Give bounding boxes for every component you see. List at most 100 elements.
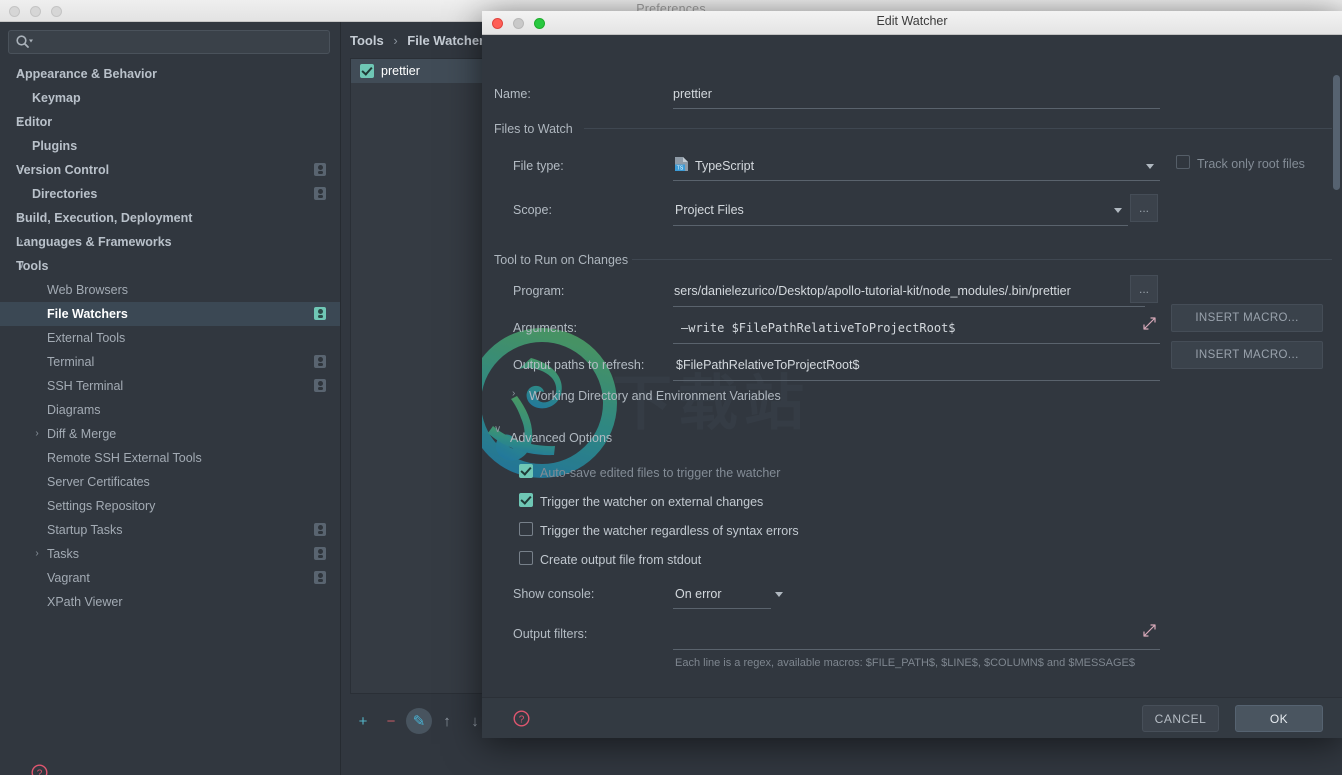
- edit-icon: ✎: [412, 713, 426, 730]
- sidebar-item-label: Tools: [16, 259, 49, 273]
- tool-to-run-section-label: Tool to Run on Changes: [494, 253, 629, 267]
- watchers-list-toolbar: + − ✎ ↑ ↓: [350, 708, 488, 734]
- sidebar-item-web-browsers[interactable]: Web Browsers: [0, 278, 340, 302]
- remove-button[interactable]: −: [378, 708, 404, 734]
- sidebar-item-terminal[interactable]: Terminal: [0, 350, 340, 374]
- sidebar-item-keymap[interactable]: Keymap: [0, 86, 340, 110]
- file-type-chevron-down-icon[interactable]: [1146, 164, 1154, 169]
- sidebar-item-diff-merge[interactable]: › Diff & Merge: [0, 422, 340, 446]
- show-console-value[interactable]: On error: [675, 587, 765, 601]
- scope-browse-button[interactable]: ...: [1130, 194, 1158, 222]
- dialog-body: 下载站 Name: prettier Files to Watch File t…: [482, 35, 1342, 697]
- advanced-checkbox-label-0: Auto-save edited files to trigger the wa…: [540, 466, 781, 480]
- output-filters-underline: [673, 649, 1160, 650]
- move-up-button[interactable]: ↑: [434, 708, 460, 734]
- advanced-checkbox-3[interactable]: [519, 551, 533, 565]
- dialog-scrollbar[interactable]: [1333, 75, 1340, 190]
- edit-button[interactable]: ✎: [406, 708, 432, 734]
- watcher-enabled-checkbox[interactable]: [360, 64, 374, 78]
- sidebar-item-label: Settings Repository: [47, 499, 156, 513]
- sidebar-item-plugins[interactable]: Plugins: [0, 134, 340, 158]
- sidebar-item-file-watchers[interactable]: File Watchers: [0, 302, 340, 326]
- arguments-underline: [673, 343, 1160, 344]
- sidebar-item-settings-repository[interactable]: Settings Repository: [0, 494, 340, 518]
- arguments-expand-icon[interactable]: [1143, 317, 1156, 330]
- sidebar-item-label: Diagrams: [47, 403, 101, 417]
- program-input[interactable]: sers/danielezurico/Desktop/apollo-tutori…: [674, 284, 1129, 298]
- advanced-checkbox-1[interactable]: [519, 493, 533, 507]
- file-type-underline: [673, 180, 1160, 181]
- breadcrumb: Tools › File Watchers: [350, 33, 491, 48]
- dialog-help-icon[interactable]: ?: [513, 710, 530, 727]
- sidebar-item-label: Tasks: [47, 547, 79, 561]
- ok-button[interactable]: OK: [1235, 705, 1323, 732]
- working-directory-chevron-right-icon[interactable]: ›: [512, 388, 515, 399]
- sidebar-item-directories[interactable]: Directories: [0, 182, 340, 206]
- track-only-root-files-checkbox[interactable]: [1176, 155, 1190, 169]
- file-type-value[interactable]: TypeScript: [695, 159, 1115, 173]
- sidebar-item-label: File Watchers: [47, 307, 128, 321]
- show-console-label: Show console:: [513, 587, 595, 601]
- watcher-name: prettier: [381, 64, 420, 78]
- svg-text:TS: TS: [677, 166, 684, 172]
- output-filters-label: Output filters:: [513, 627, 588, 641]
- sidebar-item-label: Terminal: [47, 355, 95, 369]
- arguments-input[interactable]: —write $FilePathRelativeToProjectRoot$: [681, 321, 1111, 335]
- sidebar-item-languages-frameworks[interactable]: › Languages & Frameworks: [0, 230, 340, 254]
- sidebar-item-xpath-viewer[interactable]: XPath Viewer: [0, 590, 340, 614]
- advanced-checkbox-label-3: Create output file from stdout: [540, 553, 702, 567]
- show-console-underline: [673, 608, 771, 609]
- name-input[interactable]: prettier: [673, 87, 1153, 101]
- sidebar-item-label: Startup Tasks: [47, 523, 123, 537]
- program-browse-button[interactable]: ...: [1130, 275, 1158, 303]
- scope-label: Scope:: [513, 203, 552, 217]
- output-paths-insert-macro-button[interactable]: INSERT MACRO...: [1171, 341, 1323, 369]
- add-button[interactable]: +: [350, 708, 376, 734]
- advanced-options-chevron-down-icon[interactable]: ∨: [494, 424, 501, 435]
- sidebar-item-version-control[interactable]: › Version Control: [0, 158, 340, 182]
- project-scope-badge-icon: [314, 523, 326, 536]
- sidebar-item-editor[interactable]: › Editor: [0, 110, 340, 134]
- project-scope-badge-icon: [314, 571, 326, 584]
- help-icon[interactable]: ?: [31, 764, 48, 775]
- cancel-button[interactable]: CANCEL: [1142, 705, 1219, 732]
- sidebar-item-diagrams[interactable]: Diagrams: [0, 398, 340, 422]
- program-label: Program:: [513, 284, 565, 298]
- advanced-options-label[interactable]: Advanced Options: [510, 431, 612, 445]
- sidebar-item-tasks[interactable]: › Tasks: [0, 542, 340, 566]
- sidebar-item-remote-ssh-external-tools[interactable]: Remote SSH External Tools: [0, 446, 340, 470]
- scope-chevron-down-icon[interactable]: [1114, 208, 1122, 213]
- sidebar-item-label: Web Browsers: [47, 283, 129, 297]
- files-to-watch-divider: [584, 128, 1332, 129]
- search-input[interactable]: [8, 30, 330, 54]
- advanced-checkbox-label-2: Trigger the watcher regardless of syntax…: [540, 524, 799, 538]
- breadcrumb-parent[interactable]: Tools: [350, 33, 384, 48]
- arguments-insert-macro-button[interactable]: INSERT MACRO...: [1171, 304, 1323, 332]
- chevron-right-icon[interactable]: ›: [30, 422, 44, 446]
- chevron-right-icon[interactable]: ›: [30, 542, 44, 566]
- output-paths-input[interactable]: $FilePathRelativeToProjectRoot$: [676, 358, 1131, 372]
- sidebar-item-label: Build, Execution, Deployment: [16, 211, 193, 225]
- advanced-checkbox-2[interactable]: [519, 522, 533, 536]
- advanced-checkbox-0[interactable]: [519, 464, 533, 478]
- arguments-label: Arguments:: [513, 321, 577, 335]
- sidebar-item-startup-tasks[interactable]: Startup Tasks: [0, 518, 340, 542]
- sidebar-item-build-execution-deployment[interactable]: › Build, Execution, Deployment: [0, 206, 340, 230]
- output-filters-expand-icon[interactable]: [1143, 624, 1156, 637]
- sidebar-item-label: SSH Terminal: [47, 379, 124, 393]
- sidebar-item-appearance-behavior[interactable]: › Appearance & Behavior: [0, 62, 340, 86]
- sidebar-item-ssh-terminal[interactable]: SSH Terminal: [0, 374, 340, 398]
- dialog-title: Edit Watcher: [876, 14, 948, 28]
- breadcrumb-current: File Watchers: [407, 33, 492, 48]
- sidebar-item-vagrant[interactable]: Vagrant: [0, 566, 340, 590]
- sidebar-item-server-certificates[interactable]: Server Certificates: [0, 470, 340, 494]
- sidebar-item-external-tools[interactable]: External Tools: [0, 326, 340, 350]
- working-directory-label[interactable]: Working Directory and Environment Variab…: [529, 389, 781, 403]
- sidebar-item-label: Appearance & Behavior: [16, 67, 158, 81]
- scope-value[interactable]: Project Files: [675, 203, 1095, 217]
- show-console-chevron-down-icon[interactable]: [775, 592, 783, 597]
- project-scope-badge-icon: [314, 547, 326, 560]
- sidebar-item-tools[interactable]: ∨ Tools: [0, 254, 340, 278]
- edit-watcher-dialog: Edit Watcher 下载站 Name: prettier Files to…: [482, 11, 1342, 738]
- remove-icon: −: [386, 712, 396, 730]
